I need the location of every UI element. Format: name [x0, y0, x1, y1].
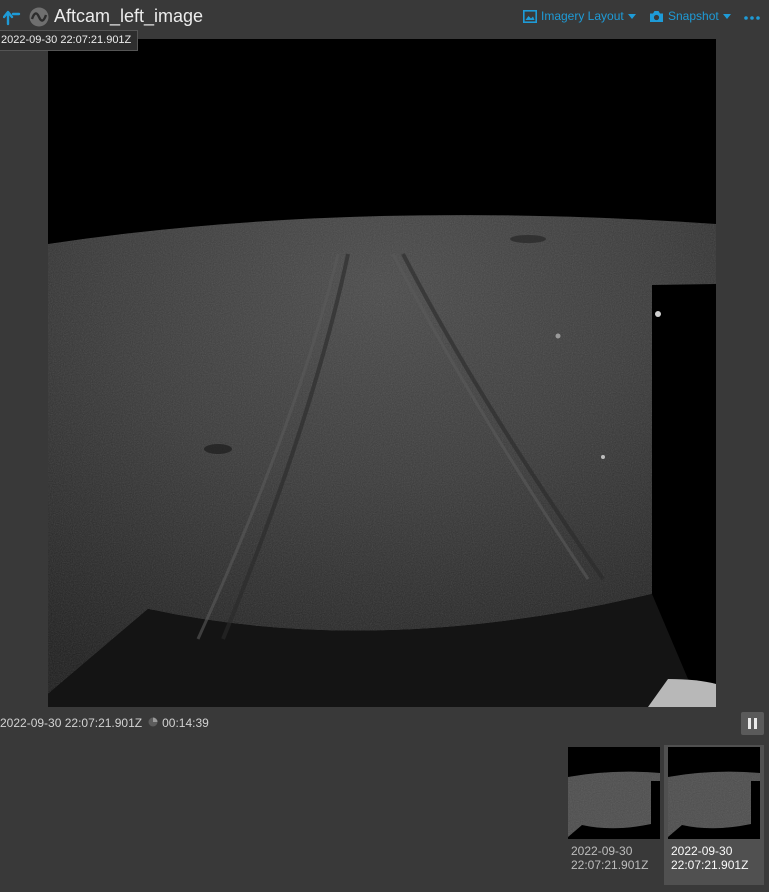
clock-icon	[148, 716, 158, 730]
chevron-down-icon	[722, 13, 731, 19]
image-viewer[interactable]	[0, 38, 769, 708]
thumbnail-image	[668, 747, 760, 839]
pause-icon	[748, 718, 751, 729]
snapshot-button[interactable]: Snapshot	[649, 9, 731, 23]
thumbnail-label: 2022-09-30 22:07:21.901Z	[571, 844, 649, 872]
image-layout-icon	[523, 9, 537, 23]
thumbnail-label: 2022-09-30 22:07:21.901Z	[671, 844, 749, 872]
more-horizontal-icon[interactable]	[743, 11, 761, 23]
panel-title: Aftcam_left_image	[54, 6, 204, 26]
chevron-down-icon	[627, 13, 636, 19]
pause-button[interactable]	[741, 712, 764, 735]
thumbnail-selected[interactable]: 2022-09-30 22:07:21.901Z	[664, 745, 764, 885]
thumbnail-image	[568, 747, 660, 839]
current-timestamp: 2022-09-30 22:07:21.901Z	[0, 716, 143, 730]
back-arrow-icon[interactable]	[2, 8, 21, 26]
waveform-icon	[29, 7, 49, 27]
imagery-layout-label: Imagery Layout	[541, 9, 624, 23]
imagery-layout-button[interactable]: Imagery Layout	[523, 9, 636, 23]
lunar-surface-image	[48, 39, 716, 707]
snapshot-label: Snapshot	[668, 9, 719, 23]
status-bar: 2022-09-30 22:07:21.901Z 00:14:39	[0, 713, 209, 733]
camera-icon	[650, 10, 663, 22]
elapsed-time: 00:14:39	[162, 716, 209, 730]
thumbnail[interactable]: 2022-09-30 22:07:21.901Z	[568, 745, 663, 885]
timestamp-tooltip: 2022-09-30 22:07:21.901Z	[0, 30, 139, 51]
